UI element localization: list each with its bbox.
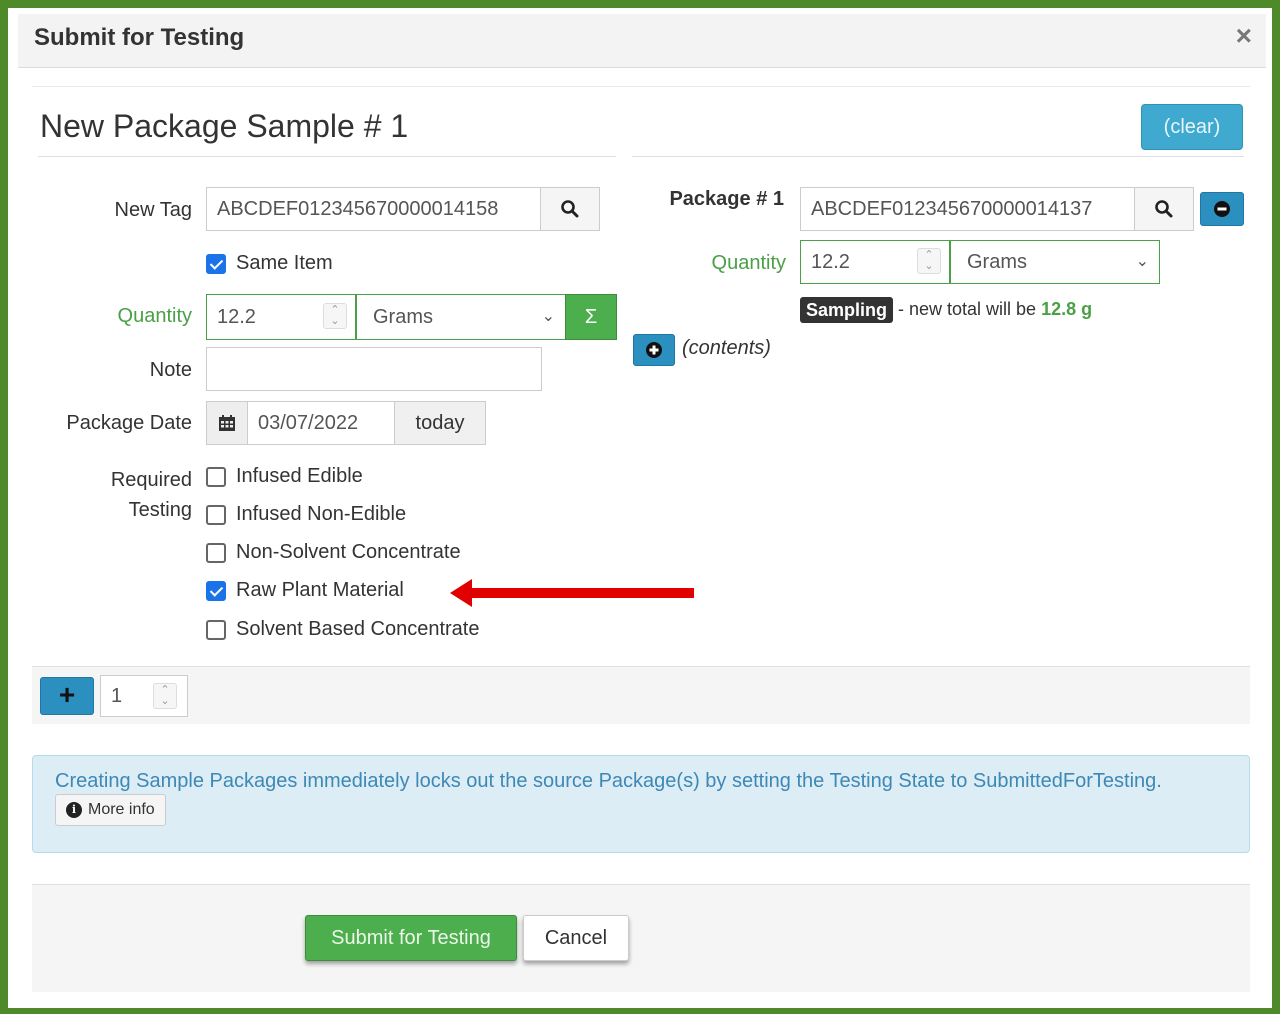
package-quantity-value: 12.2 xyxy=(811,251,850,273)
testing-option-infused-non-edible[interactable]: Infused Non-Edible xyxy=(206,503,406,526)
remove-package-button[interactable] xyxy=(1200,192,1244,226)
same-item-option[interactable]: Same Item xyxy=(206,252,333,275)
package-unit-value: Grams xyxy=(967,251,1027,273)
cancel-button[interactable]: Cancel xyxy=(523,915,629,961)
new-tag-search-button[interactable] xyxy=(540,187,600,231)
solvent-based-concentrate-checkbox[interactable] xyxy=(206,619,226,640)
calendar-icon xyxy=(219,415,235,431)
quantity-value: 12.2 xyxy=(217,306,256,328)
sum-button[interactable]: Σ xyxy=(565,294,617,340)
package-tag-input[interactable]: ABCDEF012345670000014137 xyxy=(800,187,1136,231)
same-item-checkbox[interactable] xyxy=(206,253,226,274)
testing-option-raw-plant-material[interactable]: Raw Plant Material xyxy=(206,579,404,602)
testing-option-solvent-based-concentrate[interactable]: Solvent Based Concentrate xyxy=(206,618,480,641)
add-sample-bar xyxy=(32,666,1250,724)
non-solvent-concentrate-checkbox[interactable] xyxy=(206,542,226,563)
testing-option-label: Raw Plant Material xyxy=(236,579,404,601)
add-contents-button[interactable] xyxy=(633,334,675,366)
info-text: Creating Sample Packages immediately loc… xyxy=(55,770,1162,792)
package-quantity-spinner-icon[interactable]: ⌃ ⌄ xyxy=(917,248,941,274)
modal-title: Submit for Testing xyxy=(34,24,245,51)
testing-option-label: Infused Non-Edible xyxy=(236,503,407,525)
required-testing-label-line2: Testing xyxy=(128,499,192,521)
quantity-spinner-icon[interactable]: ⌃ ⌄ xyxy=(323,303,347,329)
sampling-total-value: 12.8 g xyxy=(1041,299,1093,319)
title-divider-left xyxy=(38,156,616,157)
sampling-badge: Sampling xyxy=(800,297,894,323)
package-label: Package # 1 xyxy=(669,188,784,210)
unit-value: Grams xyxy=(373,306,433,328)
testing-option-label: Solvent Based Concentrate xyxy=(236,618,480,640)
package-unit-select[interactable]: Grams ⌄ xyxy=(950,240,1160,284)
package-date-input[interactable]: 03/07/2022 xyxy=(247,401,395,445)
note-label: Note xyxy=(149,359,192,381)
unit-select[interactable]: Grams ⌄ xyxy=(356,294,566,340)
annotation-arrow-head xyxy=(450,579,472,607)
minus-circle-icon xyxy=(1214,201,1230,217)
add-sample-button[interactable]: + xyxy=(40,677,94,715)
chevron-down-icon: ⌄ xyxy=(541,308,555,325)
today-button[interactable]: today xyxy=(394,401,486,445)
search-icon xyxy=(1155,200,1173,218)
annotation-arrow-shaft xyxy=(466,588,694,598)
testing-option-label: Non-Solvent Concentrate xyxy=(236,541,461,563)
info-icon: i xyxy=(66,802,82,818)
more-info-button[interactable]: i More info xyxy=(55,794,166,826)
quantity-input[interactable]: 12.2 ⌃ ⌄ xyxy=(206,294,356,340)
package-date-label: Package Date xyxy=(66,412,192,434)
sample-title: New Package Sample # 1 xyxy=(40,108,409,144)
quantity-label: Quantity xyxy=(117,305,192,327)
note-input[interactable] xyxy=(206,347,542,391)
required-testing-label-line1: Required xyxy=(110,469,192,491)
clear-button[interactable]: (clear) xyxy=(1141,104,1243,150)
sample-count-value: 1 xyxy=(111,685,123,707)
chevron-down-icon: ⌄ xyxy=(1135,253,1149,270)
sample-count-spinner-icon[interactable]: ⌃ ⌄ xyxy=(153,683,177,709)
required-testing-label: Required Testing xyxy=(60,465,192,525)
sampling-total-text: - new total will be 12.8 g xyxy=(898,299,1092,320)
modal-footer xyxy=(32,884,1250,992)
sampling-text-prefix: - new total will be xyxy=(898,299,1037,319)
more-info-label: More info xyxy=(88,801,155,818)
package-quantity-input[interactable]: 12.2 ⌃ ⌄ xyxy=(800,240,950,284)
title-divider-right xyxy=(632,156,1244,157)
infused-non-edible-checkbox[interactable] xyxy=(206,504,226,525)
search-icon xyxy=(561,200,579,218)
close-button[interactable]: × xyxy=(1236,20,1252,52)
same-item-label: Same Item xyxy=(236,252,333,274)
modal-header: Submit for Testing × xyxy=(18,14,1266,68)
testing-option-non-solvent-concentrate[interactable]: Non-Solvent Concentrate xyxy=(206,541,461,564)
contents-label: (contents) xyxy=(682,337,771,359)
plus-circle-icon xyxy=(646,342,662,358)
new-tag-input[interactable]: ABCDEF012345670000014158 xyxy=(206,187,542,231)
info-alert: Creating Sample Packages immediately loc… xyxy=(32,755,1250,853)
sample-count-input[interactable]: 1 ⌃ ⌄ xyxy=(100,675,188,717)
infused-edible-checkbox[interactable] xyxy=(206,466,226,487)
package-quantity-label: Quantity xyxy=(711,252,786,274)
submit-for-testing-button[interactable]: Submit for Testing xyxy=(305,915,517,961)
new-tag-label: New Tag xyxy=(114,199,192,221)
testing-option-label: Infused Edible xyxy=(236,465,363,487)
package-search-button[interactable] xyxy=(1134,187,1194,231)
calendar-button[interactable] xyxy=(206,401,248,445)
testing-option-infused-edible[interactable]: Infused Edible xyxy=(206,465,363,488)
raw-plant-material-checkbox[interactable] xyxy=(206,580,226,601)
